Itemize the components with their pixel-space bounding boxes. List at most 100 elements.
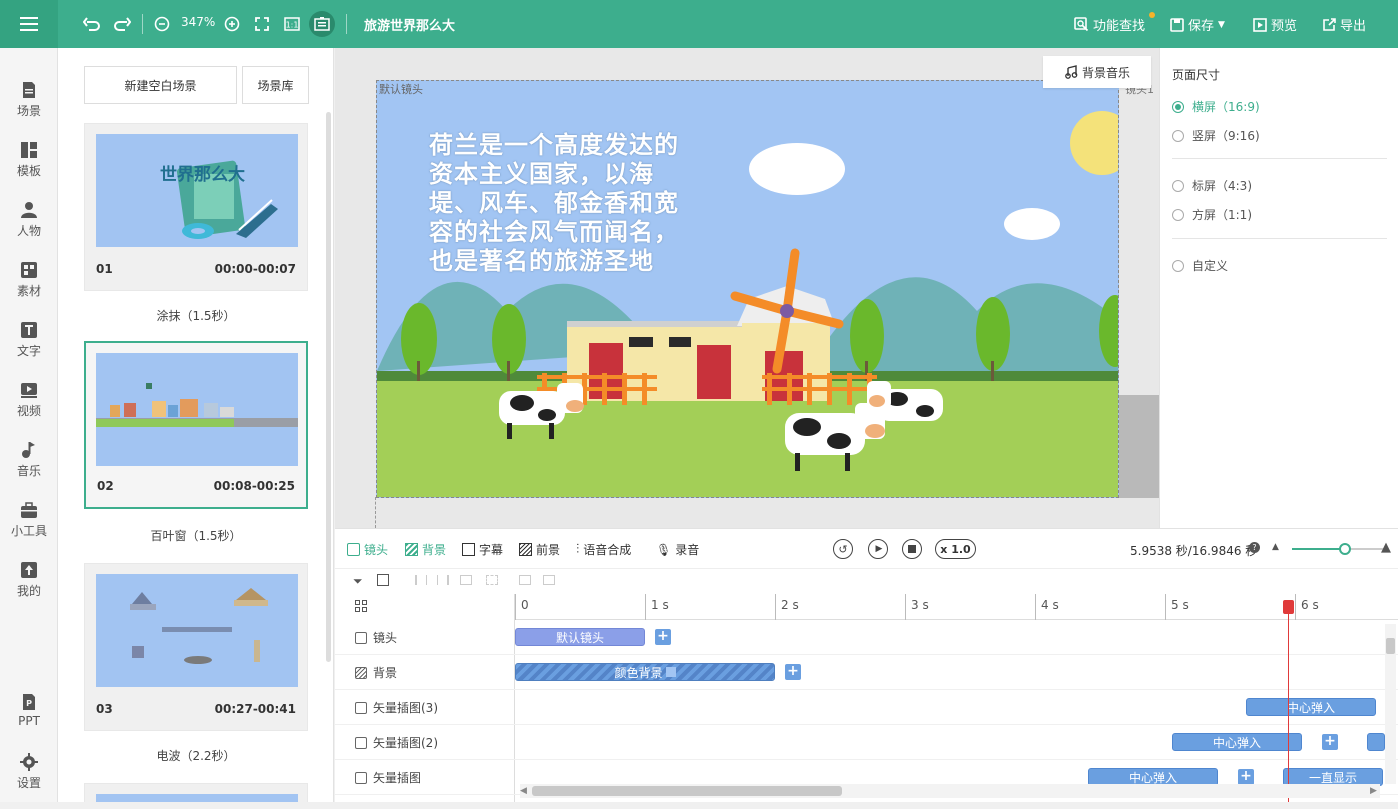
undo-icon[interactable] [82,14,102,34]
timeline-ruler[interactable]: 0 1 s 2 s 3 s 4 s 5 s 6 s [515,594,1398,620]
radio[interactable] [1172,208,1184,221]
scenes-scrollbar[interactable] [326,112,331,662]
add-camera-button[interactable]: + [655,629,671,645]
menu-button[interactable] [0,0,58,48]
nav-item-material[interactable]: 素材 [0,261,58,317]
scene-library-button[interactable]: 场景库 [242,66,309,104]
stop-icon [908,545,916,553]
option-landscape[interactable]: 横屏（16:9) [1172,98,1260,115]
add-vector2-button[interactable]: + [1322,734,1338,750]
microphone-icon: 🎙 [656,542,672,557]
nav-item-ppt[interactable]: P PPT [0,693,58,749]
zoom-out-triangle-icon[interactable]: ▲ [1272,542,1279,552]
scene-card-3[interactable]: 03 00:27-00:41 [84,563,308,731]
camera-icon [347,543,360,556]
nav-item-scene[interactable]: 场景 [0,81,58,137]
page-size-title: 页面尺寸 [1172,68,1221,82]
toolbox-icon [21,502,37,518]
option-standard[interactable]: 标屏（4:3) [1172,177,1252,194]
option-custom[interactable]: 自定义 [1172,257,1228,274]
play-button[interactable]: ▶ [868,539,888,559]
scroll-left-icon[interactable]: ◀ [520,786,527,796]
zoom-in-triangle-icon[interactable]: ▲ [1381,540,1391,555]
project-title[interactable]: 旅游世界那么大 [364,15,455,34]
nav-item-mine[interactable]: 我的 [0,561,58,617]
actual-size-icon[interactable]: 1:1 [282,14,302,34]
clip-vector3-bounce[interactable]: 中心弹入 [1246,698,1376,716]
zoom-out-icon[interactable] [152,14,172,34]
music-icon [22,442,35,458]
add-background-button[interactable]: + [785,664,801,680]
export-button[interactable]: 导出 [1322,15,1366,34]
save-button[interactable]: 保存 ▼ [1170,15,1225,34]
clip-color-background[interactable]: 颜色背景 [515,663,775,681]
help-icon[interactable]: ? [1249,542,1260,553]
align-left-icon[interactable] [415,575,427,585]
timeline-scroll-thumb[interactable] [532,786,842,796]
nav-item-music[interactable]: 音乐 [0,441,58,497]
nav-item-settings[interactable]: 设置 [0,753,58,809]
distribute-icon[interactable] [460,575,472,585]
scroll-right-icon[interactable]: ▶ [1370,786,1377,796]
timeline-toolbar: 镜头 背景 字幕 前景 ⫶ 语音合成 🎙 录音 ↺ ▶ x 1.0 5.9538 秒… [335,528,1398,568]
filter-icon[interactable]: ⏷ [353,574,363,589]
scene-transition-label[interactable]: 百叶窗（1.5秒） [84,527,308,544]
preview-button[interactable]: 预览 [1253,15,1297,34]
add-vector1-button[interactable]: + [1238,769,1254,785]
stage-caption[interactable]: 荷兰是一个高度发达的资本主义国家，以海堤、风车、郁金香和宽容的社会风气而闻名，也… [429,131,687,276]
tab-record[interactable]: 🎙 录音 [656,541,699,558]
scene-transition-label[interactable]: 涂抹（1.5秒） [84,307,308,324]
tab-foreground[interactable]: 前景 [519,541,560,558]
safe-frame-toggle[interactable] [309,11,335,37]
option-square[interactable]: 方屏（1:1) [1172,206,1252,223]
preview-icon [1253,17,1267,32]
toolbar-divider [142,14,143,34]
align-right-icon[interactable] [437,575,449,585]
tab-tts[interactable]: ⫶ 语音合成 [576,541,631,558]
tab-background[interactable]: 背景 [405,541,446,558]
timeline-zoom-slider-handle[interactable] [1339,543,1351,555]
radio[interactable] [1172,179,1184,192]
scene-1-illustration: 世界那么大 [160,160,278,239]
frame-icon [314,17,330,31]
playhead-handle[interactable] [1283,600,1294,614]
stage-canvas[interactable]: 荷兰是一个高度发达的资本主义国家，以海堤、风车、郁金香和宽容的社会风气而闻名，也… [376,80,1119,498]
background-music-button[interactable]: 背景音乐 [1043,56,1151,88]
group-icon[interactable] [377,574,389,586]
clip-vector2-bounce[interactable]: 中心弹入 [1172,733,1302,751]
option-portrait[interactable]: 竖屏（9:16) [1172,127,1260,144]
scene-card-1[interactable]: 世界那么大 01 00:00-00:07 [84,123,308,291]
scene-thumbnail: 世界那么大 [96,134,298,247]
nav-item-template[interactable]: 模板 [0,141,58,197]
paste-icon[interactable] [543,575,555,585]
nav-item-person[interactable]: 人物 [0,201,58,257]
clip-default-camera[interactable]: 默认镜头 [515,628,645,646]
left-nav: 场景 模板 人物 素材 文字 视频 音乐 小工具 我的 P PPT 设置 [0,48,58,802]
speed-button[interactable]: x 1.0 [935,539,976,559]
hamburger-icon [20,17,38,31]
new-blank-scene-button[interactable]: 新建空白场景 [84,66,237,104]
tab-subtitle[interactable]: 字幕 [462,541,503,558]
radio-selected[interactable] [1172,100,1184,113]
radio[interactable] [1172,129,1184,142]
timeline-vertical-thumb[interactable] [1386,638,1395,654]
redo-icon[interactable] [112,14,132,34]
tab-camera[interactable]: 镜头 [347,541,388,558]
scene-card-2[interactable]: 02 00:08-00:25 [84,341,308,509]
layers-icon[interactable] [355,600,367,612]
zoom-in-icon[interactable] [222,14,242,34]
scene-card-4[interactable] [84,783,308,802]
fullscreen-icon[interactable] [252,14,272,34]
spread-icon[interactable] [486,575,498,585]
feature-search-button[interactable]: 功能查找 [1074,15,1145,34]
scene-transition-label[interactable]: 电波（2.2秒） [84,747,308,764]
copy-icon[interactable] [519,575,531,585]
stop-button[interactable] [902,539,922,559]
nav-item-video[interactable]: 视频 [0,381,58,437]
replay-button[interactable]: ↺ [833,539,853,559]
radio[interactable] [1172,259,1184,272]
nav-item-text[interactable]: 文字 [0,321,58,377]
top-toolbar: 347% 1:1 旅游世界那么大 功能查找 保存 ▼ 预览 导出 [0,0,1398,48]
clip-vector2-next[interactable] [1367,733,1385,751]
nav-item-toolbox[interactable]: 小工具 [0,501,58,557]
